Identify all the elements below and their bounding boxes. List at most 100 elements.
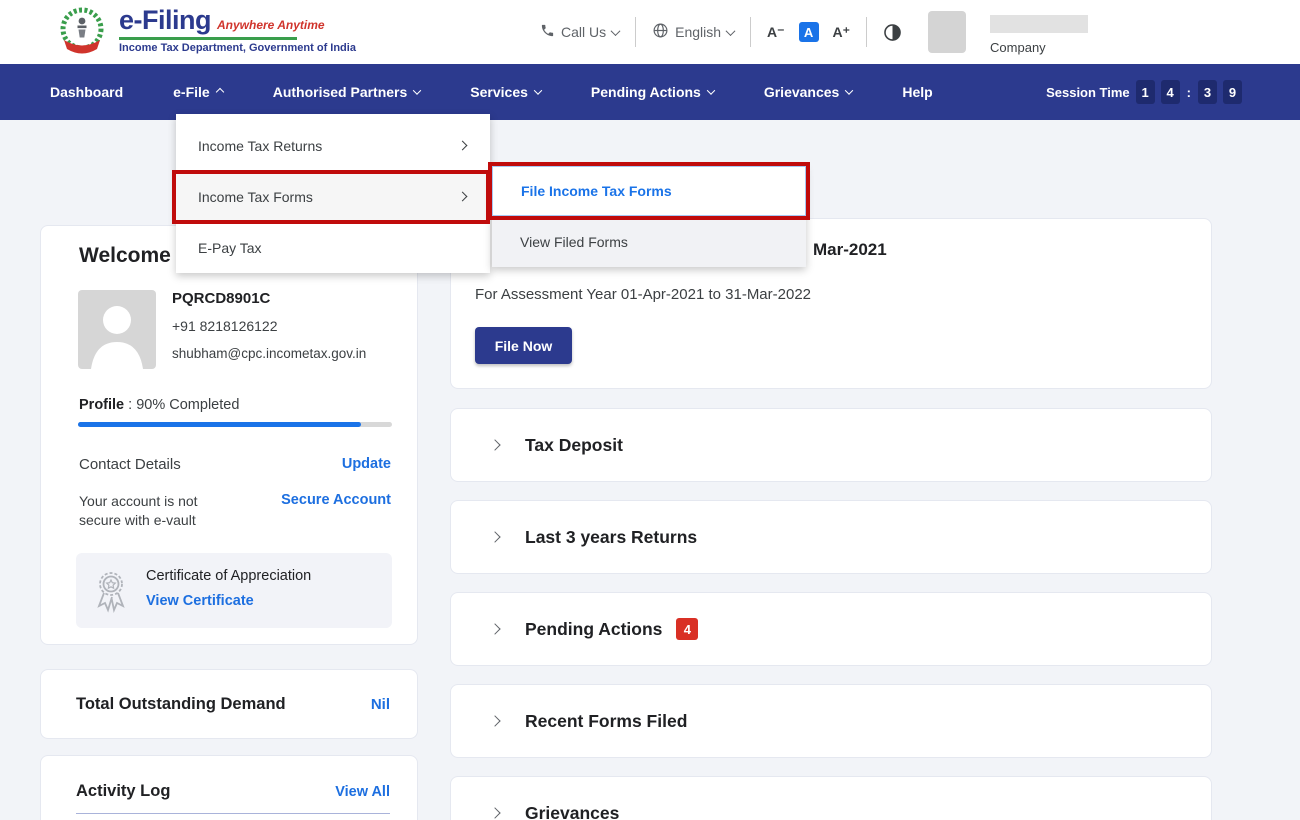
nav-efile[interactable]: e-File xyxy=(173,84,223,100)
update-link[interactable]: Update xyxy=(342,456,391,472)
nav-label: Services xyxy=(470,84,528,100)
accordion-last-3-years-returns[interactable]: Last 3 years Returns xyxy=(450,500,1212,574)
nav-help[interactable]: Help xyxy=(902,84,932,100)
header-divider xyxy=(635,17,636,47)
pending-actions-count-badge: 4 xyxy=(676,618,698,640)
header-controls: Call Us English A⁻ A A⁺ xyxy=(540,0,1088,64)
chevron-down-icon xyxy=(726,26,736,36)
file-now-button[interactable]: File Now xyxy=(475,327,572,364)
font-decrease-button[interactable]: A⁻ xyxy=(767,24,785,41)
welcome-title: Welcome E xyxy=(79,244,191,268)
contrast-toggle-icon[interactable] xyxy=(883,23,902,42)
app-tagline: Anywhere Anytime xyxy=(217,18,325,32)
menu-item-income-tax-forms[interactable]: Income Tax Forms xyxy=(176,171,490,222)
call-us-menu[interactable]: Call Us xyxy=(540,23,619,41)
evault-status-text: Your account is not secure with e-vault xyxy=(79,492,239,530)
efiling-logo[interactable]: e-FilingAnywhere Anytime Income Tax Depa… xyxy=(55,5,356,64)
chevron-right-icon xyxy=(458,141,468,151)
nav-label: e-File xyxy=(173,84,210,100)
accordion-recent-forms-filed[interactable]: Recent Forms Filed xyxy=(450,684,1212,758)
evault-row: Your account is not secure with e-vault … xyxy=(79,492,391,530)
assessment-year-text: For Assessment Year 01-Apr-2021 to 31-Ma… xyxy=(475,286,811,303)
session-digit: 3 xyxy=(1198,80,1217,104)
outstanding-demand-card: Total Outstanding Demand Nil xyxy=(40,669,418,739)
profile-word: Profile xyxy=(79,397,124,413)
submenu-item-file-income-tax-forms[interactable]: File Income Tax Forms xyxy=(492,166,806,216)
medal-icon xyxy=(88,567,134,618)
menu-item-epay-tax[interactable]: E-Pay Tax xyxy=(176,222,490,273)
session-digit: 4 xyxy=(1161,80,1180,104)
accordion-tax-deposit[interactable]: Tax Deposit xyxy=(450,408,1212,482)
logo-divider xyxy=(119,37,297,40)
user-avatar[interactable] xyxy=(928,11,966,53)
accordion-label: Grievances xyxy=(525,803,619,820)
accordion-label: Last 3 years Returns xyxy=(525,527,697,548)
submenu-item-view-filed-forms[interactable]: View Filed Forms xyxy=(492,216,806,267)
certificate-box: Certificate of Appreciation View Certifi… xyxy=(76,553,392,628)
chevron-down-icon xyxy=(611,26,621,36)
header-divider xyxy=(866,17,867,47)
chevron-down-icon xyxy=(413,86,421,94)
accordion-label: Recent Forms Filed xyxy=(525,711,687,732)
efile-dropdown-menu: Income Tax Returns Income Tax Forms E-Pa… xyxy=(176,114,490,273)
nav-label: Grievances xyxy=(764,84,840,100)
activity-divider xyxy=(76,813,390,814)
top-header: e-FilingAnywhere Anytime Income Tax Depa… xyxy=(0,0,1300,64)
nav-label: Help xyxy=(902,84,932,100)
header-divider xyxy=(750,17,751,47)
profile-completion-label: Profile : 90% Completed xyxy=(79,397,239,413)
progress-fill xyxy=(78,422,361,427)
email-address: shubham@cpc.incometax.gov.in xyxy=(172,346,366,361)
nav-label: Pending Actions xyxy=(591,84,701,100)
nav-authorised-partners[interactable]: Authorised Partners xyxy=(273,84,421,100)
accordion-grievances[interactable]: Grievances xyxy=(450,776,1212,820)
accordion-pending-actions[interactable]: Pending Actions 4 xyxy=(450,592,1212,666)
pan-number: PQRCD8901C xyxy=(172,290,270,307)
submenu-item-label: View Filed Forms xyxy=(520,234,628,250)
font-normal-button[interactable]: A xyxy=(799,22,819,42)
logo-text: e-FilingAnywhere Anytime Income Tax Depa… xyxy=(119,5,356,64)
user-name-redacted xyxy=(990,15,1088,33)
filing-card-title-fragment: Mar-2021 xyxy=(813,240,887,260)
session-colon: : xyxy=(1187,85,1191,100)
font-size-controls: A⁻ A A⁺ xyxy=(767,22,850,42)
profile-card: Welcome E PQRCD8901C +91 8218126122 shub… xyxy=(40,225,418,645)
secure-account-link[interactable]: Secure Account xyxy=(281,492,391,508)
view-all-link[interactable]: View All xyxy=(335,784,390,800)
contact-details-row: Contact Details Update xyxy=(79,456,391,473)
income-tax-forms-submenu: File Income Tax Forms View Filed Forms xyxy=(492,166,806,267)
submenu-item-label: File Income Tax Forms xyxy=(521,183,672,199)
accordion-label: Tax Deposit xyxy=(525,435,623,456)
phone-number: +91 8218126122 xyxy=(172,318,278,334)
menu-item-label: Income Tax Forms xyxy=(198,189,313,205)
nav-pending-actions[interactable]: Pending Actions xyxy=(591,84,714,100)
nav-dashboard[interactable]: Dashboard xyxy=(50,84,123,100)
chevron-right-icon xyxy=(489,715,500,726)
chevron-up-icon xyxy=(215,88,223,96)
font-increase-button[interactable]: A⁺ xyxy=(833,24,851,41)
session-timer: Session Time 1 4 : 3 9 xyxy=(1046,80,1242,104)
language-menu[interactable]: English xyxy=(652,22,734,42)
profile-percent-text: : 90% Completed xyxy=(124,397,239,413)
view-certificate-link[interactable]: View Certificate xyxy=(146,593,254,609)
chevron-down-icon xyxy=(534,86,542,94)
phone-icon xyxy=(540,23,555,41)
menu-item-label: Income Tax Returns xyxy=(198,138,322,154)
nav-grievances[interactable]: Grievances xyxy=(764,84,853,100)
certificate-title: Certificate of Appreciation xyxy=(146,568,311,584)
chevron-right-icon xyxy=(489,439,500,450)
activity-log-label: Activity Log xyxy=(76,782,170,801)
menu-item-income-tax-returns[interactable]: Income Tax Returns xyxy=(176,120,490,171)
activity-log-card: Activity Log View All xyxy=(40,755,418,820)
contact-details-label: Contact Details xyxy=(79,456,181,473)
session-digit: 9 xyxy=(1223,80,1242,104)
outstanding-demand-label: Total Outstanding Demand xyxy=(76,695,286,714)
user-info[interactable]: Company xyxy=(990,15,1088,55)
main-navbar: Dashboard e-File Authorised Partners Ser… xyxy=(0,64,1300,120)
nav-services[interactable]: Services xyxy=(470,84,541,100)
efiling-dashboard-page: e-FilingAnywhere Anytime Income Tax Depa… xyxy=(0,0,1300,820)
app-title: e-Filing xyxy=(119,5,211,35)
session-time-label: Session Time xyxy=(1046,85,1130,100)
outstanding-demand-value[interactable]: Nil xyxy=(371,696,390,713)
accordion-label: Pending Actions xyxy=(525,619,662,640)
